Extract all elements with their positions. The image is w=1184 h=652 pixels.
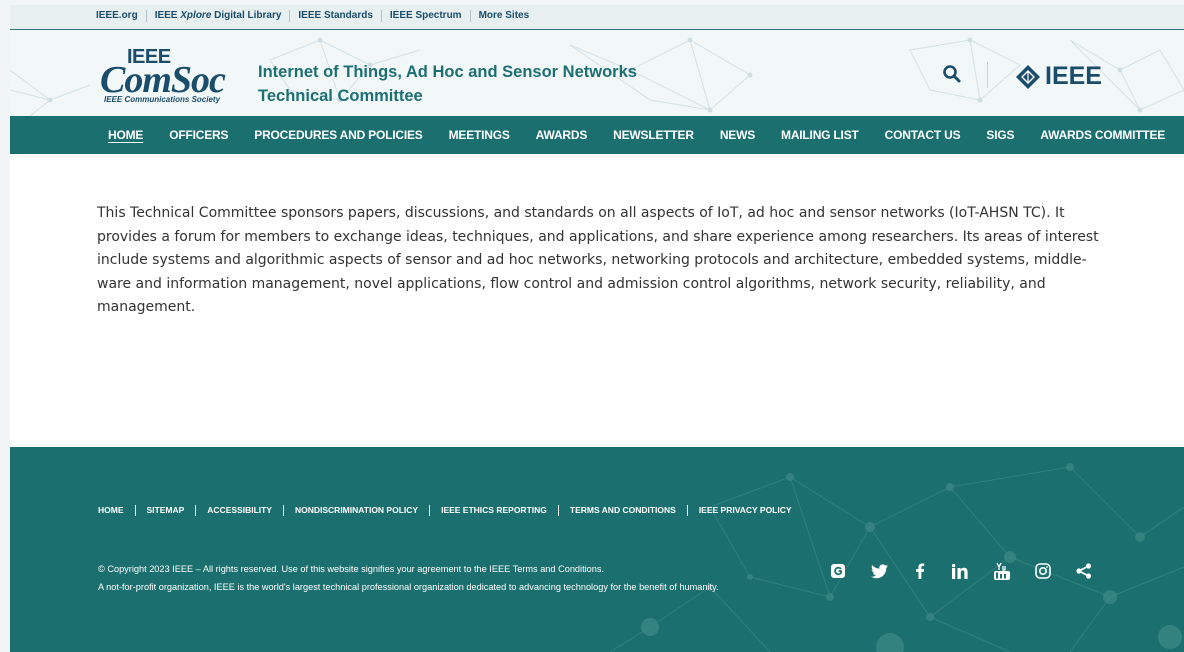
nav-newsletter[interactable]: NEWSLETTER bbox=[613, 128, 694, 142]
ieee-diamond-icon bbox=[1016, 64, 1040, 89]
ieee-logo[interactable]: IEEE bbox=[1015, 62, 1102, 91]
footer-link-sitemap[interactable]: SITEMAP bbox=[134, 505, 196, 516]
footer-link-terms-and-conditions[interactable]: TERMS AND CONDITIONS bbox=[557, 505, 687, 516]
nav-sigs[interactable]: SIGS bbox=[986, 128, 1014, 142]
share-icon[interactable] bbox=[1074, 561, 1094, 581]
facebook-icon[interactable] bbox=[910, 561, 930, 581]
nav-awards[interactable]: AWARDS bbox=[536, 128, 588, 142]
ieee-logo-text: IEEE bbox=[1045, 62, 1102, 90]
footer-links: HOME SITEMAP ACCESSIBILITY NONDISCRIMINA… bbox=[98, 505, 803, 516]
nav-officers[interactable]: OFFICERS bbox=[169, 128, 228, 142]
link-ieee-xplore[interactable]: IEEE Xplore Digital Library bbox=[145, 10, 290, 22]
nav-contact-us[interactable]: CONTACT US bbox=[885, 128, 961, 142]
link-ieee-standards[interactable]: IEEE Standards bbox=[289, 10, 380, 22]
youtube-icon[interactable] bbox=[992, 561, 1012, 581]
utility-links: IEEE.org IEEE Xplore Digital Library IEE… bbox=[96, 10, 537, 22]
footer-link-accessibility[interactable]: ACCESSIBILITY bbox=[195, 505, 283, 516]
ieee-collabratec-icon[interactable] bbox=[828, 561, 848, 581]
utility-bar: IEEE.org IEEE Xplore Digital Library IEE… bbox=[10, 5, 1184, 30]
copyright-text: © Copyright 2023 IEEE – All rights reser… bbox=[98, 560, 788, 596]
link-ieee-spectrum[interactable]: IEEE Spectrum bbox=[380, 10, 470, 22]
footer-network-graphic bbox=[609, 463, 1184, 652]
site-title[interactable]: Internet of Things, Ad Hoc and Sensor Ne… bbox=[258, 60, 637, 108]
committee-description: This Technical Committee sponsors papers… bbox=[97, 205, 1099, 315]
search-icon[interactable] bbox=[942, 64, 962, 84]
twitter-icon[interactable] bbox=[869, 561, 889, 581]
copyright-line2: A not-for-profit organization, IEEE is t… bbox=[98, 582, 719, 592]
site-footer: HOME SITEMAP ACCESSIBILITY NONDISCRIMINA… bbox=[10, 447, 1184, 652]
link-ieee-org[interactable]: IEEE.org bbox=[96, 10, 146, 22]
header-divider bbox=[987, 62, 988, 88]
footer-link-nondiscrimination-policy[interactable]: NONDISCRIMINATION POLICY bbox=[282, 505, 429, 516]
footer-link-home[interactable]: HOME bbox=[98, 505, 135, 516]
footer-link-ieee-ethics-reporting[interactable]: IEEE ETHICS REPORTING bbox=[429, 505, 558, 516]
link-more-sites[interactable]: More Sites bbox=[469, 10, 538, 22]
nav-mailing-list[interactable]: MAILING LIST bbox=[781, 128, 859, 142]
page: IEEE.org IEEE Xplore Digital Library IEE… bbox=[10, 5, 1184, 652]
logo-tagline: IEEE Communications Society bbox=[104, 95, 221, 104]
site-title-line1: Internet of Things, Ad Hoc and Sensor Ne… bbox=[258, 63, 637, 81]
nav-meetings[interactable]: MEETINGS bbox=[449, 128, 510, 142]
site-header: IEEE ComSoc IEEE Communications Society … bbox=[10, 30, 1184, 116]
social-links bbox=[828, 561, 1115, 581]
instagram-icon[interactable] bbox=[1033, 561, 1053, 581]
main-nav: HOME OFFICERS PROCEDURES AND POLICIES ME… bbox=[10, 116, 1184, 154]
copyright-line1: © Copyright 2023 IEEE – All rights reser… bbox=[98, 564, 605, 574]
linkedin-icon[interactable] bbox=[951, 561, 971, 581]
site-title-line2: Technical Committee bbox=[258, 87, 423, 105]
nav-awards-committee[interactable]: AWARDS COMMITTEE bbox=[1040, 128, 1165, 142]
nav-procedures-and-policies[interactable]: PROCEDURES AND POLICIES bbox=[254, 128, 423, 142]
nav-home[interactable]: HOME bbox=[108, 128, 143, 142]
nav-news[interactable]: NEWS bbox=[720, 128, 755, 142]
footer-link-ieee-privacy-policy[interactable]: IEEE PRIVACY POLICY bbox=[686, 505, 803, 516]
comsoc-logo[interactable]: IEEE ComSoc IEEE Communications Society bbox=[98, 46, 250, 108]
